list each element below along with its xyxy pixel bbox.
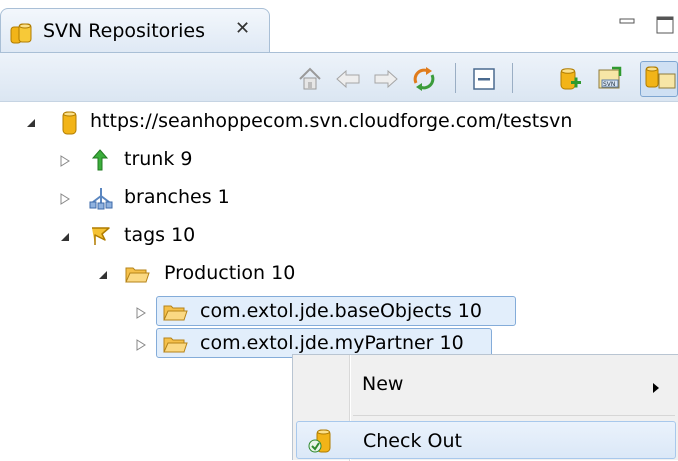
svn-repositories-icon — [9, 21, 35, 51]
tags-label: tags 10 — [124, 224, 196, 246]
menu-item-label: New — [362, 373, 404, 395]
my-partner-label: com.extol.jde.myPartner 10 — [200, 332, 464, 354]
menu-item-check-out[interactable]: Check Out — [296, 421, 676, 459]
trunk-arrow-icon — [88, 148, 112, 172]
toolbar-separator — [512, 63, 513, 93]
expanded-arrow-icon[interactable] — [96, 267, 110, 281]
new-repository-icon[interactable] — [556, 65, 584, 93]
tree-node-trunk[interactable]: trunk 9 — [0, 144, 678, 176]
refresh-icon[interactable] — [410, 65, 438, 93]
menu-separator — [353, 415, 675, 416]
close-icon[interactable]: ✕ — [235, 18, 250, 40]
branches-icon — [88, 186, 113, 210]
minimize-icon[interactable] — [619, 16, 637, 35]
production-label: Production 10 — [164, 262, 296, 284]
tab-svn-repositories[interactable]: SVN Repositories ✕ — [0, 8, 270, 52]
expanded-arrow-icon[interactable] — [24, 115, 38, 129]
folder-icon — [124, 262, 150, 286]
collapsed-arrow-icon[interactable] — [134, 305, 148, 319]
maximize-icon[interactable] — [655, 15, 675, 39]
tag-flag-icon — [88, 224, 112, 248]
forward-icon[interactable] — [372, 65, 400, 93]
expanded-arrow-icon[interactable] — [58, 229, 72, 243]
folder-icon — [162, 300, 188, 324]
tab-title: SVN Repositories — [43, 20, 205, 42]
view-tab-strip: SVN Repositories ✕ — [0, 0, 678, 52]
menu-item-new[interactable]: New — [296, 365, 676, 403]
menu-item-label: Check Out — [363, 430, 462, 452]
collapse-all-icon[interactable] — [470, 65, 498, 93]
collapsed-arrow-icon[interactable] — [134, 337, 148, 351]
svg-text:SVN: SVN — [603, 81, 615, 88]
tree-node-production[interactable]: Production 10 — [0, 258, 678, 290]
check-out-icon — [307, 427, 335, 459]
back-icon[interactable] — [334, 65, 362, 93]
trunk-label: trunk 9 — [124, 148, 193, 170]
link-with-editor-icon[interactable] — [640, 61, 678, 97]
home-icon[interactable] — [296, 65, 324, 93]
repository-url-label: https://seanhoppecom.svn.cloudforge.com/… — [90, 110, 573, 132]
context-menu: New Check Out — [292, 354, 678, 461]
toolbar-separator — [455, 63, 456, 93]
tree-node-tags[interactable]: tags 10 — [0, 220, 678, 252]
submenu-arrow-icon — [652, 379, 660, 398]
tree-node-branches[interactable]: branches 1 — [0, 182, 678, 214]
base-objects-label: com.extol.jde.baseObjects 10 — [200, 300, 482, 322]
collapsed-arrow-icon[interactable] — [58, 191, 72, 205]
view-toolbar: SVN — [0, 52, 678, 102]
repository-icon — [58, 110, 82, 135]
collapsed-arrow-icon[interactable] — [58, 153, 72, 167]
branches-label: branches 1 — [124, 186, 230, 208]
folder-icon — [162, 332, 188, 356]
tree-node-base-objects[interactable]: com.extol.jde.baseObjects 10 — [0, 296, 678, 328]
tree-node-repository-root[interactable]: https://seanhoppecom.svn.cloudforge.com/… — [0, 106, 678, 138]
import-svn-icon[interactable]: SVN — [596, 65, 624, 93]
